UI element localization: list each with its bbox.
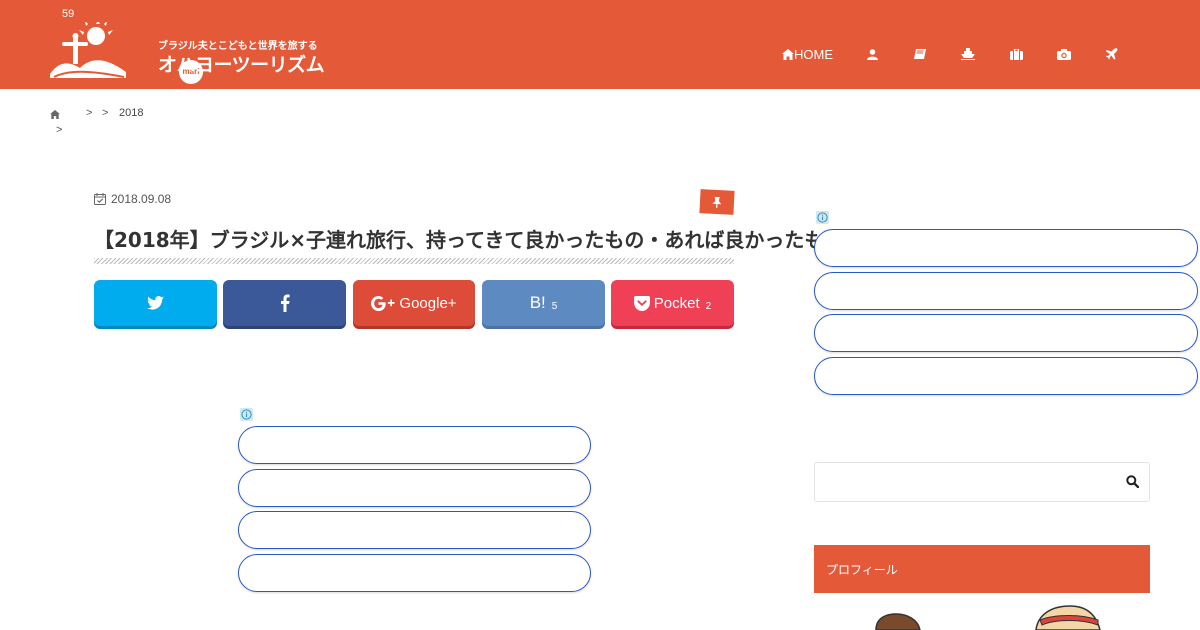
ad-link-pill[interactable] — [238, 511, 591, 549]
share-pocket-button[interactable]: Pocket 2 — [611, 280, 734, 326]
camera-icon — [1057, 48, 1071, 60]
ad-info-icon[interactable] — [816, 211, 829, 224]
breadcrumb-separator: > — [56, 124, 63, 136]
pocket-icon — [633, 295, 650, 311]
nav-item-home[interactable]: HOME — [782, 44, 833, 64]
breadcrumb-home-icon[interactable] — [50, 110, 60, 119]
nav-item-camera[interactable] — [1057, 44, 1071, 64]
ad-link-pill[interactable] — [238, 426, 591, 464]
user-icon — [867, 48, 878, 60]
share-hatena-count: 5 — [551, 301, 558, 312]
logo-christ-icon — [50, 20, 126, 78]
article-date: 2018.09.08 — [94, 192, 171, 206]
breadcrumb-separator: > — [102, 107, 109, 119]
profile-illustration — [875, 605, 1101, 630]
nav-item-book[interactable] — [914, 44, 926, 64]
article-title: 【2018年】ブラジル×子連れ旅行、持ってきて良かったもの・あれば良かったもの — [94, 228, 845, 252]
share-twitter-button[interactable] — [94, 280, 217, 326]
logo-title: オハヨーツーリズム — [158, 54, 325, 76]
suitcase-icon — [1010, 48, 1023, 60]
home-icon — [782, 48, 794, 60]
site-header: 59 mari ブラジル夫とこどもと世界を旅する オハヨーツーリズム HOME — [0, 0, 1200, 89]
breadcrumb-separator: > — [86, 107, 93, 119]
ad-link-pill[interactable] — [238, 469, 591, 507]
share-googleplus-label: Google+ — [399, 294, 457, 312]
ad-link-pill[interactable] — [814, 357, 1198, 395]
ad-info-icon[interactable] — [240, 408, 253, 421]
info-circle-icon — [817, 212, 828, 223]
nav-item-suitcase[interactable] — [1010, 44, 1023, 64]
share-hatena-label: B! — [529, 293, 546, 312]
ad-link-pill[interactable] — [814, 229, 1198, 267]
ad-link-pill[interactable] — [238, 554, 591, 592]
calendar-check-icon — [94, 193, 106, 205]
breadcrumb-year-link[interactable]: 2018 — [119, 107, 143, 119]
search-icon[interactable] — [1126, 475, 1139, 488]
plane-icon — [1106, 48, 1118, 60]
category-badge[interactable] — [699, 189, 735, 215]
facebook-icon — [280, 294, 290, 312]
googleplus-icon — [371, 295, 395, 311]
site-logo[interactable]: mari ブラジル夫とこどもと世界を旅する オハヨーツーリズム — [48, 20, 325, 84]
share-googleplus-button[interactable]: Google+ — [353, 280, 475, 326]
ship-icon — [961, 48, 975, 60]
header-counter: 59 — [62, 8, 75, 20]
book-icon — [914, 48, 926, 59]
nav-item-profile[interactable] — [867, 44, 878, 64]
ad-link-pill[interactable] — [814, 314, 1198, 352]
share-hatena-button[interactable]: B! 5 — [482, 280, 605, 326]
pin-icon — [712, 196, 722, 208]
nav-item-travel[interactable] — [1106, 44, 1118, 64]
share-facebook-button[interactable] — [223, 280, 346, 326]
search-input[interactable] — [815, 463, 1115, 501]
share-pocket-label: Pocket — [653, 294, 700, 312]
ad-link-pill[interactable] — [814, 272, 1198, 310]
share-pocket-count: 2 — [705, 301, 712, 312]
sidebar-search — [814, 462, 1150, 502]
article-date-text: 2018.09.08 — [111, 192, 172, 206]
profile-widget-title: プロフィール — [814, 545, 1150, 593]
title-divider — [94, 258, 734, 264]
twitter-icon — [147, 296, 164, 310]
nav-item-ship[interactable] — [961, 44, 975, 64]
info-circle-icon — [241, 409, 252, 420]
nav-item-label: HOME — [794, 46, 833, 62]
